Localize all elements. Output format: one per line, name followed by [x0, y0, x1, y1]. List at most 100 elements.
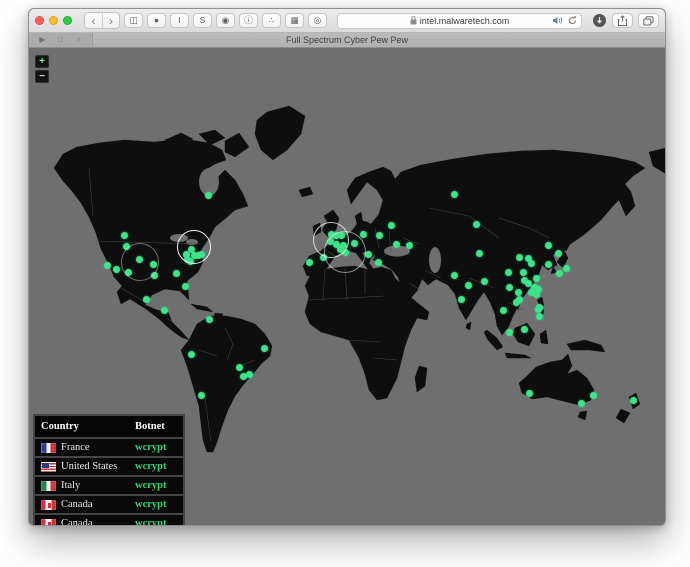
lock-icon [410, 16, 417, 25]
infection-dot [451, 191, 458, 198]
extension-s-button[interactable]: S [193, 13, 212, 28]
tab-overview-button[interactable] [638, 13, 659, 28]
botnet-cell: wcrypt [135, 499, 177, 510]
extension-paw-icon: ∴ [269, 16, 274, 25]
mute-audio-icon[interactable] [553, 16, 563, 25]
country-header: Country [41, 421, 135, 432]
extension-info-icon: ⓘ [244, 16, 253, 25]
botnet-name: wcrypt [135, 461, 167, 472]
window-controls [35, 16, 72, 25]
attack-ping-circle [177, 230, 211, 264]
infection-dot [205, 192, 212, 199]
feed-table-row: United States wcrypt [35, 456, 183, 475]
infection-dot [121, 232, 128, 239]
botnet-name: wcrypt [135, 518, 167, 526]
infection-dot [513, 299, 520, 306]
attack-ping-circle [324, 231, 366, 273]
country-name: United States [61, 461, 117, 472]
infection-dot [476, 250, 483, 257]
nav-buttons: ‹ › [84, 12, 120, 29]
infection-dot [306, 259, 313, 266]
infection-dot [113, 266, 120, 273]
infection-dot [526, 390, 533, 397]
botnet-cell: wcrypt [135, 518, 177, 526]
infection-dot [173, 270, 180, 277]
sidebar-toggle-button[interactable]: ◫ [124, 13, 143, 28]
attack-ping-circle [121, 243, 159, 281]
country-cell: Canada [41, 499, 135, 510]
reload-icon[interactable] [568, 16, 577, 25]
country-name: France [61, 442, 90, 453]
country-cell: Canada [41, 518, 135, 526]
back-button[interactable]: ‹ [85, 13, 102, 28]
extension-dark-circle-button[interactable]: ● [147, 13, 166, 28]
extension-i-icon: I [178, 16, 180, 25]
botnet-name: wcrypt [135, 499, 167, 510]
infection-dot [458, 296, 465, 303]
tab-bar: ▶□♂ Full Spectrum Cyber Pew Pew [29, 33, 665, 48]
infection-dot [206, 316, 213, 323]
forward-button[interactable]: › [102, 13, 119, 28]
fr-flag-icon [41, 443, 56, 453]
close-window-button[interactable] [35, 16, 44, 25]
infection-dot [505, 269, 512, 276]
zoom-out-button[interactable]: − [35, 70, 49, 83]
infection-dot [521, 326, 528, 333]
extension-dark-circle-icon: ● [154, 16, 159, 25]
feed-table-row: Canada wcrypt [35, 494, 183, 513]
extension-qr-button[interactable]: ▦ [285, 13, 304, 28]
zoom-in-button[interactable]: + [35, 55, 49, 68]
infection-dot [555, 250, 562, 257]
infection-dot [578, 400, 585, 407]
infection-dot [198, 392, 205, 399]
minimize-window-button[interactable] [49, 16, 58, 25]
extension-info-button[interactable]: ⓘ [239, 13, 258, 28]
country-cell: France [41, 442, 135, 453]
extension-camera-button[interactable]: ◉ [216, 13, 235, 28]
address-bar[interactable]: intel.malwaretech.com [337, 13, 582, 29]
botnet-cell: wcrypt [135, 461, 177, 472]
extension-s-icon: S [200, 16, 206, 25]
ca-flag-icon [41, 519, 56, 527]
infection-dot [451, 272, 458, 279]
infection-dot [536, 304, 543, 311]
infection-dot [506, 329, 513, 336]
infection-dot [465, 282, 472, 289]
extension-qr-icon: ▦ [290, 16, 298, 25]
infection-dot [630, 397, 637, 404]
country-name: Canada [61, 518, 93, 526]
active-tab[interactable]: Full Spectrum Cyber Pew Pew [29, 33, 665, 47]
feed-table-row: France wcrypt [35, 437, 183, 456]
downloads-button[interactable] [592, 13, 607, 28]
country-name: Canada [61, 499, 93, 510]
botnet-map[interactable]: + − Country Botnet FrancewcryptUnited St… [29, 48, 665, 526]
sidebar-icon: ◫ [129, 16, 137, 25]
infection-dot [481, 278, 488, 285]
feed-table-row: Italywcrypt [35, 475, 183, 494]
infection-dot [590, 392, 597, 399]
botnet-header: Botnet [135, 421, 177, 432]
botnet-feed-table: Country Botnet FrancewcryptUnited States… [33, 414, 185, 526]
tab-title: Full Spectrum Cyber Pew Pew [286, 35, 408, 45]
botnet-name: wcrypt [135, 480, 167, 491]
extension-i-button[interactable]: I [170, 13, 189, 28]
country-cell: United States [41, 461, 135, 472]
url-text: intel.malwaretech.com [420, 16, 510, 26]
extension-target-button[interactable]: ◎ [308, 13, 327, 28]
browser-toolbar[interactable]: ‹ › ◫ ● I S ◉ ⓘ ∴ ▦ ◎ intel.malwaretech.com [29, 9, 665, 33]
infection-dot [236, 364, 243, 371]
infection-dot [360, 231, 367, 238]
infection-dot [182, 283, 189, 290]
infection-dot [545, 242, 552, 249]
infection-dot [376, 232, 383, 239]
infection-dot [246, 371, 253, 378]
share-button[interactable] [612, 13, 633, 28]
botnet-cell: wcrypt [135, 442, 177, 453]
browser-window: ‹ › ◫ ● I S ◉ ⓘ ∴ ▦ ◎ intel.malwaretech.com [28, 8, 666, 526]
extension-paw-button[interactable]: ∴ [262, 13, 281, 28]
infection-dot [143, 296, 150, 303]
extension-camera-icon: ◉ [222, 16, 229, 25]
infection-dot [388, 222, 395, 229]
zoom-window-button[interactable] [63, 16, 72, 25]
extension-button-strip: ● I S ◉ ⓘ ∴ ▦ ◎ [147, 13, 327, 28]
